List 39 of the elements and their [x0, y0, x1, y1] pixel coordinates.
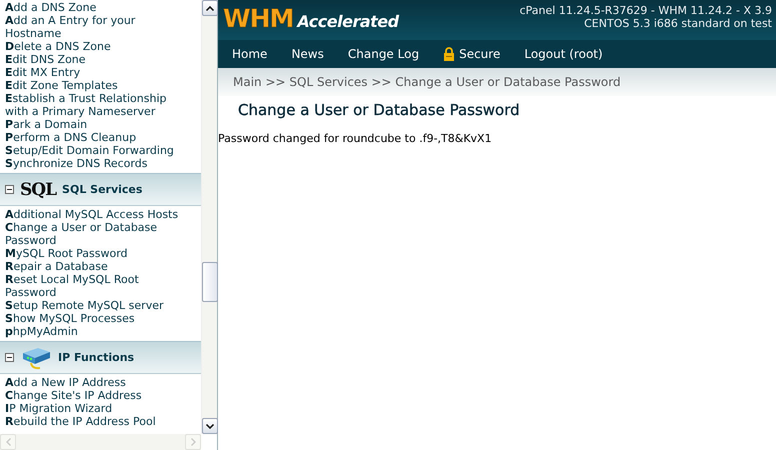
nav-link[interactable]: Change Log [348, 47, 420, 61]
collapse-icon[interactable] [5, 353, 14, 362]
sidebar-link[interactable]: Park a Domain [0, 118, 187, 131]
sidebar-link[interactable]: Edit MX Entry [0, 66, 187, 79]
version-text: CENTOS 5.3 i686 standard on test [584, 17, 772, 30]
sidebar-link[interactable]: Add a New IP Address [0, 376, 187, 389]
sidebar-link[interactable]: Synchronize DNS Records [0, 157, 187, 170]
section-title[interactable]: IP Functions [58, 351, 134, 364]
sidebar-link[interactable]: Setup Remote MySQL server [0, 299, 187, 312]
nav-link[interactable]: Home [232, 47, 268, 61]
vertical-scrollbar[interactable] [201, 0, 217, 434]
nav-link[interactable]: Logout (root) [524, 47, 603, 61]
sidebar-link[interactable]: MySQL Root Password [0, 247, 187, 260]
sidebar-link[interactable]: Edit Zone Templates [0, 79, 187, 92]
nav-link[interactable]: Secure [443, 47, 500, 61]
breadcrumb: Main >> SQL Services >> Change a User or Database Password [233, 75, 621, 89]
nav-link[interactable]: News [291, 47, 324, 61]
whm-logo: WHM Accelerated [222, 3, 399, 33]
sidebar-link[interactable]: Delete a DNS Zone [0, 40, 187, 53]
sidebar-link[interactable]: phpMyAdmin [0, 325, 187, 338]
sidebar-link[interactable]: Show MySQL Processes [0, 312, 187, 325]
horizontal-scrollbar[interactable] [0, 434, 201, 450]
page-title: Change a User or Database Password [238, 101, 521, 119]
sidebar-link[interactable]: Change Site's IP Address [0, 389, 187, 402]
sidebar-link[interactable]: Perform a DNS Cleanup [0, 131, 187, 144]
sidebar-link[interactable]: IP Migration Wizard [0, 402, 187, 415]
sidebar-link[interactable]: Repair a Database [0, 260, 187, 273]
lock-icon [443, 47, 456, 61]
status-message: Password changed for roundcube to .f9-,T8&KvX1 [218, 132, 493, 145]
sql-logo: SQL [20, 180, 56, 200]
sidebar-link[interactable]: Edit DNS Zone [0, 53, 187, 66]
sidebar-link[interactable]: Rebuild the IP Address Pool [0, 415, 187, 428]
scrollbar-thumb[interactable] [202, 262, 218, 302]
section-title[interactable]: SQL Services [62, 183, 142, 196]
sidebar-link[interactable]: Setup/Edit Domain Forwarding [0, 144, 187, 157]
sidebar-link[interactable]: Add a DNS Zone [0, 1, 187, 14]
collapse-icon[interactable] [5, 185, 14, 194]
sidebar-link[interactable]: Additional MySQL Access Hosts [0, 208, 187, 221]
version-text: cPanel 11.24.5-R37629 - WHM 11.24.2 - X 3.9 [520, 4, 772, 17]
